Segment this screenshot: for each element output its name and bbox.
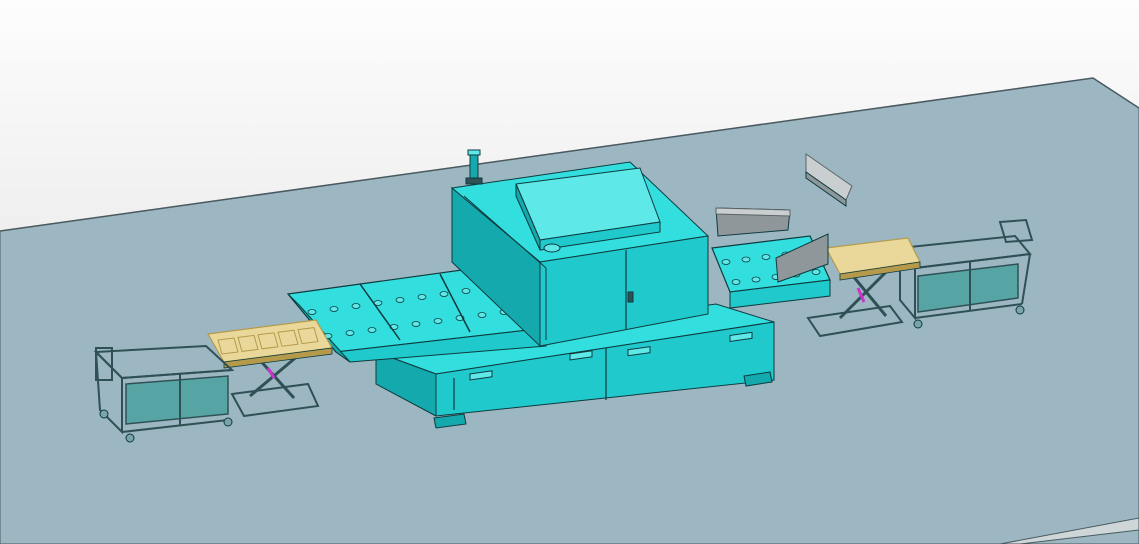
signal-light-column (469, 151, 479, 179)
signal-light-base (465, 177, 483, 185)
conveyor-roller (751, 276, 761, 283)
right-cart-wheel (913, 319, 923, 329)
conveyor-roller (367, 327, 377, 333)
conveyor-roller (395, 297, 405, 303)
conveyor-roller (351, 303, 361, 309)
conveyor-roller (417, 294, 427, 300)
cabinet-door-handle[interactable] (627, 291, 634, 303)
conveyor-roller (329, 306, 339, 312)
conveyor-roller (411, 321, 421, 327)
conveyor-roller (741, 256, 751, 263)
floating-guard-plate[interactable] (715, 207, 791, 217)
conveyor-roller (721, 259, 731, 265)
conveyor-roller (477, 312, 487, 318)
signal-light-cap (467, 149, 481, 156)
right-cart-wheel (1015, 305, 1025, 315)
conveyor-roller (307, 309, 317, 315)
conveyor-roller (731, 279, 741, 285)
left-cart-wheel (223, 417, 233, 427)
left-cart-wheel (99, 409, 109, 419)
conveyor-roller (811, 269, 821, 275)
conveyor-roller (345, 330, 355, 336)
guard-plate-edge (715, 207, 791, 217)
conveyor-roller (439, 291, 449, 297)
left-cart-wheel (125, 433, 135, 443)
conveyor-roller (461, 288, 471, 294)
conveyor-roller (761, 254, 771, 260)
cabinet-roof-port (543, 243, 561, 253)
cad-scene[interactable] (0, 0, 1139, 544)
conveyor-roller (433, 318, 443, 324)
cad-viewport[interactable] (0, 0, 1139, 544)
